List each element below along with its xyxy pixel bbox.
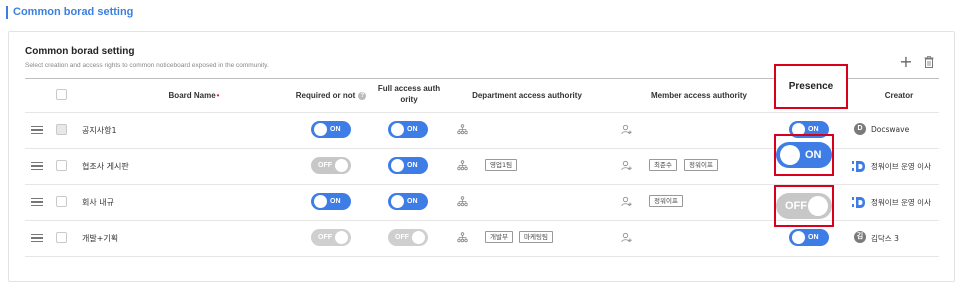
creator-name: 정워이브 운영 이사 xyxy=(871,198,931,207)
plus-icon[interactable]: + xyxy=(898,54,914,70)
page-title: Common borad setting xyxy=(6,6,133,19)
add-member-icon[interactable] xyxy=(621,196,632,207)
required-toggle[interactable]: ON xyxy=(311,193,351,210)
member-chip: 정워이프 xyxy=(649,195,683,207)
presence-toggle[interactable]: ON xyxy=(776,142,832,168)
board-settings-panel: Common borad setting Select creation and… xyxy=(8,31,955,282)
panel-title: Common borad setting xyxy=(25,46,135,57)
column-header-creator: Creator xyxy=(884,91,914,100)
board-name: 공지사항1 xyxy=(82,126,117,135)
full-access-toggle[interactable]: OFF xyxy=(388,229,428,246)
full-access-toggle[interactable]: ON xyxy=(388,157,428,174)
select-all-checkbox[interactable] xyxy=(56,89,67,100)
panel-description: Select creation and access rights to com… xyxy=(25,62,269,69)
column-header-required: Required or not? xyxy=(281,90,381,101)
presence-column-header: Presence xyxy=(774,64,848,109)
member-chip: 정워이프 xyxy=(684,159,718,171)
org-chart-icon[interactable] xyxy=(457,196,468,207)
column-header-board-name: Board Name• xyxy=(168,91,220,100)
department-chip: 개발부 xyxy=(485,231,513,243)
column-header-member: Member access authority xyxy=(650,91,748,100)
creator-name: 정워이브 운영 이사 xyxy=(871,162,931,171)
board-name: 개발+기획 xyxy=(82,234,119,243)
board-name: 협조사 게시판 xyxy=(82,162,129,171)
drag-handle-icon[interactable] xyxy=(31,162,43,170)
row-checkbox[interactable] xyxy=(56,160,67,171)
row-checkbox[interactable] xyxy=(56,232,67,243)
full-access-toggle[interactable]: ON xyxy=(388,121,428,138)
drag-handle-icon[interactable] xyxy=(31,126,43,134)
required-toggle[interactable]: OFF xyxy=(311,229,351,246)
row-checkbox[interactable] xyxy=(56,196,67,207)
header-divider xyxy=(25,112,939,113)
required-toggle[interactable]: OFF xyxy=(311,157,351,174)
full-access-toggle[interactable]: ON xyxy=(388,193,428,210)
add-member-icon[interactable] xyxy=(621,232,632,243)
presence-toggle[interactable]: ON xyxy=(789,229,829,246)
avatar: 김 xyxy=(854,231,866,243)
member-chip: 최준수 xyxy=(649,159,677,171)
column-header-department: Department access authority xyxy=(472,91,582,100)
help-icon[interactable]: ? xyxy=(358,91,367,100)
department-chip: 영업1팀 xyxy=(485,159,518,171)
org-chart-icon[interactable] xyxy=(457,232,468,243)
department-chip: 마케팅팀 xyxy=(519,231,553,243)
trash-icon[interactable] xyxy=(921,54,937,70)
add-member-icon[interactable] xyxy=(621,124,632,135)
row-divider xyxy=(25,256,939,257)
board-name: 회사 내규 xyxy=(82,198,114,207)
avatar: D xyxy=(854,123,866,135)
presence-toggle[interactable]: OFF xyxy=(776,193,832,219)
column-header-full-access: Full access auth ority xyxy=(377,84,441,104)
org-chart-icon[interactable] xyxy=(457,124,468,135)
row-checkbox[interactable] xyxy=(56,124,67,135)
required-toggle[interactable]: ON xyxy=(311,121,351,138)
add-member-icon[interactable] xyxy=(621,160,632,171)
company-logo-icon xyxy=(852,161,865,172)
org-chart-icon[interactable] xyxy=(457,160,468,171)
company-logo-icon xyxy=(852,197,865,208)
creator-name: 김닥스 3 xyxy=(871,234,899,243)
drag-handle-icon[interactable] xyxy=(31,234,43,242)
creator-name: Docswave xyxy=(871,125,910,134)
drag-handle-icon[interactable] xyxy=(31,198,43,206)
